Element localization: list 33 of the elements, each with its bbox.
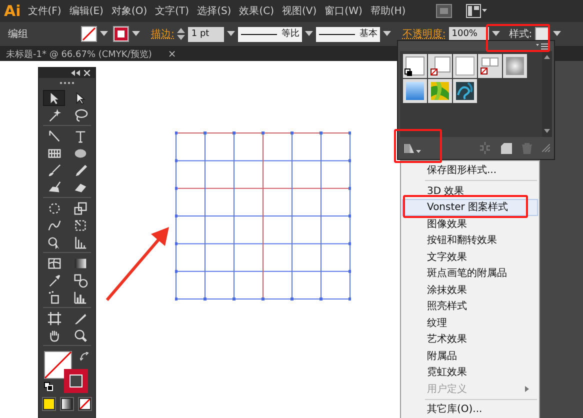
stroke-label[interactable]: 描边: — [151, 27, 174, 41]
menu-item[interactable]: 帮助(H) — [370, 4, 406, 18]
menu-item[interactable]: 涂抹效果 — [402, 282, 538, 298]
menu-item[interactable]: 选择(S) — [197, 4, 232, 18]
menu-item[interactable]: 按钮和翻转效果 — [402, 232, 538, 248]
menu-item[interactable]: 文件(F) — [28, 4, 62, 18]
menu-item[interactable]: 保存图形样式... — [402, 162, 538, 178]
document-tab[interactable]: 未标题-1* @ 66.67% (CMYK/预览) — [0, 48, 158, 60]
profile-dropdown[interactable]: 等比 — [238, 26, 302, 42]
menu-item[interactable]: 斑点画笔的附属品 — [402, 265, 538, 282]
close-button[interactable]: × — [168, 48, 176, 60]
app-logo: Ai — [4, 2, 21, 20]
menu-item[interactable]: Vonster 图案样式 — [402, 199, 538, 216]
menu-item[interactable]: 效果(C) — [239, 4, 274, 18]
menu-item[interactable]: 窗口(W) — [324, 4, 362, 18]
menu-item[interactable]: 附属品 — [402, 348, 538, 364]
menu-item[interactable]: 纹理 — [402, 314, 538, 331]
menu-item[interactable]: 图像效果 — [402, 216, 538, 232]
brush-dropdown[interactable]: 基本 — [316, 26, 380, 42]
menu-item[interactable]: 文字(T) — [155, 4, 190, 18]
menu-item[interactable]: 对象(O) — [111, 4, 148, 18]
style-label: 样式: — [508, 28, 532, 41]
menu-item[interactable]: 照亮样式 — [402, 298, 538, 314]
stroke-weight-field[interactable]: 1 pt — [188, 26, 224, 42]
menu-item[interactable]: 编辑(E) — [69, 4, 104, 18]
menu-item[interactable]: 视图(V) — [282, 4, 317, 18]
menu-item[interactable]: 艺术效果 — [402, 331, 538, 348]
menu-item[interactable]: 霓虹效果 — [402, 364, 538, 380]
selection-label: 编组 — [8, 28, 28, 41]
menu-item[interactable]: 文字效果 — [402, 248, 538, 265]
menu-item[interactable]: 3D 效果 — [402, 182, 538, 199]
opacity-label[interactable]: 不透明度: — [402, 27, 446, 41]
menu-item[interactable]: 其它库(O)... — [402, 401, 538, 418]
